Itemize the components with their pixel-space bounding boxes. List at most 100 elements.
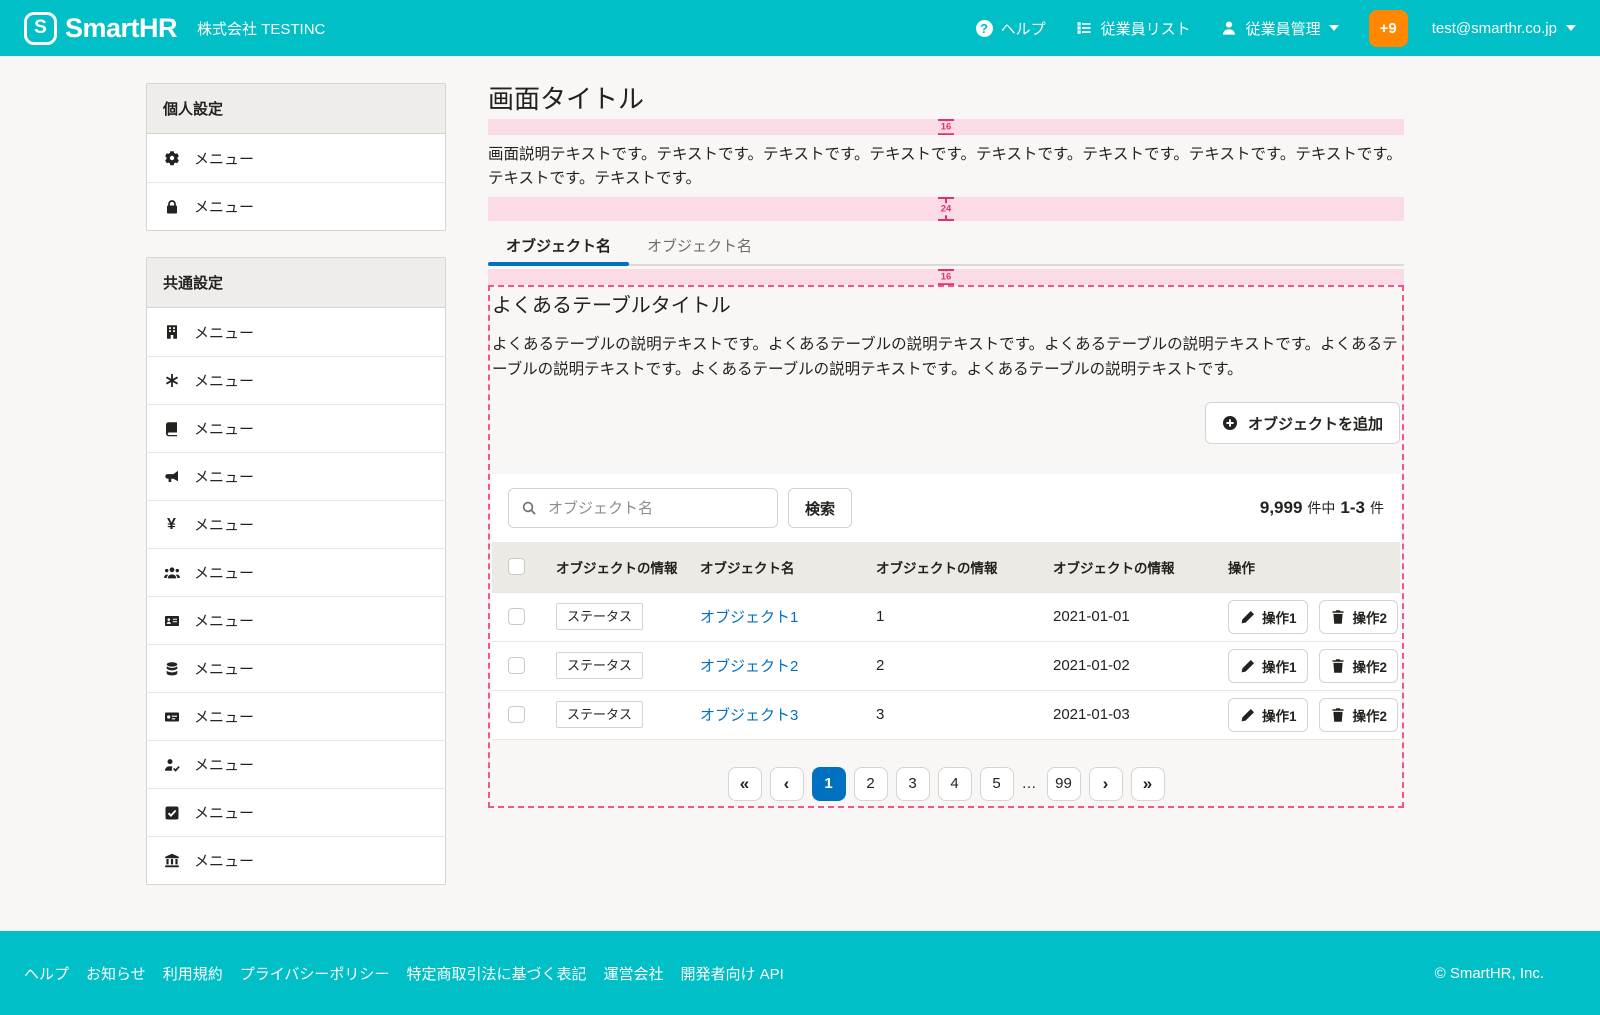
pagination-page-2[interactable]: 2 [854,767,888,801]
section-description: よくあるテーブルの説明テキストです。よくあるテーブルの説明テキストです。よくある… [492,332,1400,382]
footer-link[interactable]: プライバシーポリシー [240,963,390,984]
pagination-next-button[interactable]: › [1089,767,1123,801]
smarthr-logo[interactable]: S SmartHR [24,12,177,45]
sidebar-item[interactable]: メニュー [147,404,445,452]
sidebar-item-label: メニュー [194,850,254,871]
row-checkbox[interactable] [508,706,525,723]
footer-link[interactable]: お知らせ [86,963,146,984]
sidebar-item[interactable]: メニュー [147,356,445,404]
sidebar-item[interactable]: メニュー [147,452,445,500]
row-checkbox[interactable] [508,608,525,625]
pagination-page-4[interactable]: 4 [938,767,972,801]
sidebar-item[interactable]: ¥メニュー [147,500,445,548]
sidebar-group: 個人設定メニューメニュー [146,83,446,231]
sidebar-item[interactable]: メニュー [147,182,445,230]
action-button-1[interactable]: 操作1 [1228,649,1308,683]
pagination-last-button[interactable]: » [1131,767,1165,801]
table-column-header: オブジェクトの情報 [548,542,692,592]
list-icon [1076,20,1093,37]
chevron-down-icon [1566,25,1576,31]
search-row: 検索 9,999 件中 1-3 件 [492,474,1400,542]
account-email: test@smarthr.co.jp [1432,20,1557,37]
header-nav-item[interactable]: 従業員リスト [1076,18,1191,39]
object-link[interactable]: オブジェクト1 [700,609,798,626]
table-row: ステータスオブジェクト112021-01-01操作1操作2 [492,592,1400,641]
pagination-page-1[interactable]: 1 [812,767,846,801]
tab-bar: オブジェクト名オブジェクト名 [488,229,1404,266]
sidebar-item[interactable]: メニュー [147,308,445,356]
table-column-header: オブジェクトの情報 [1045,542,1220,592]
header-nav: ? ヘルプ 従業員リスト 従業員管理 [976,18,1339,39]
nav-item-label: ヘルプ [1001,18,1046,39]
trash-icon [1330,657,1347,674]
add-object-button[interactable]: オブジェクトを追加 [1205,402,1400,444]
search-input[interactable] [546,499,766,518]
footer-link[interactable]: ヘルプ [24,963,69,984]
object-link[interactable]: オブジェクト2 [700,658,798,675]
row-actions: 操作1操作2 [1228,600,1392,634]
help-circle-icon: ? [976,20,993,37]
measure-icon: 16 [938,269,954,285]
count-range: 1-3 [1340,498,1365,518]
plus-circle-icon [1222,415,1239,432]
sidebar-group-title: 共通設定 [147,258,445,308]
spacing-guide-16: 16 [488,269,1404,285]
row-check-cell [492,592,548,641]
table-section: よくあるテーブルタイトル よくあるテーブルの説明テキストです。よくあるテーブルの… [488,285,1404,808]
object-table: オブジェクトの情報オブジェクト名オブジェクトの情報オブジェクトの情報操作 ステー… [492,542,1400,740]
header-nav-item[interactable]: 従業員管理 [1221,18,1339,39]
tab-object-2[interactable]: オブジェクト名 [629,229,770,264]
action-label: 操作1 [1262,607,1297,627]
footer-link[interactable]: 運営会社 [603,963,663,984]
sidebar-item[interactable]: メニュー [147,134,445,182]
sidebar-item[interactable]: メニュー [147,548,445,596]
object-name-cell: オブジェクト3 [692,690,868,739]
count-unit: 件 [1370,498,1384,518]
sidebar-group-title: 個人設定 [147,84,445,134]
action-button-1[interactable]: 操作1 [1228,600,1308,634]
object-info-cell: 1 [868,592,1045,641]
footer-link[interactable]: 利用規約 [163,963,223,984]
pagination-prev-button[interactable]: ‹ [770,767,804,801]
pagination-page-99[interactable]: 99 [1047,767,1081,801]
pagination-page-3[interactable]: 3 [896,767,930,801]
pencil-icon [1239,706,1256,723]
pagination-first-button[interactable]: « [728,767,762,801]
action-button-2[interactable]: 操作2 [1319,600,1399,634]
search-button[interactable]: 検索 [788,488,852,528]
sidebar-item[interactable]: メニュー [147,596,445,644]
sidebar-item[interactable]: メニュー [147,692,445,740]
landmark-icon [163,852,180,869]
row-check-cell [492,641,548,690]
account-menu[interactable]: test@smarthr.co.jp [1432,20,1576,37]
tab-object-1[interactable]: オブジェクト名 [488,229,629,264]
object-date-cell: 2021-01-02 [1045,641,1220,690]
header-nav-item[interactable]: ? ヘルプ [976,18,1046,39]
footer-link[interactable]: 特定商取引法に基づく表記 [406,963,586,984]
sidebar-item[interactable]: メニュー [147,644,445,692]
copyright: © SmartHR, Inc. [1435,965,1544,982]
sidebar-item[interactable]: メニュー [147,788,445,836]
sidebar-item[interactable]: メニュー [147,740,445,788]
database-icon [163,660,180,677]
result-count: 9,999 件中 1-3 件 [1260,498,1384,518]
footer-link[interactable]: 開発者向け API [680,963,783,984]
action-label: 操作2 [1353,705,1388,725]
sidebar-item-label: メニュー [194,754,254,775]
select-all-checkbox[interactable] [508,558,525,575]
actions-cell: 操作1 操作2 [1220,641,1400,690]
row-checkbox[interactable] [508,657,525,674]
sidebar-item[interactable]: メニュー [147,836,445,884]
action-button-2[interactable]: 操作2 [1319,649,1399,683]
pencil-icon [1239,608,1256,625]
status-badge: ステータス [556,701,643,728]
pagination-page-5[interactable]: 5 [980,767,1014,801]
object-link[interactable]: オブジェクト3 [700,707,798,724]
action-button-1[interactable]: 操作1 [1228,698,1308,732]
table-panel: 検索 9,999 件中 1-3 件 オブジェクトの情報 [492,474,1400,740]
sidebar: 個人設定メニューメニュー共通設定メニューメニューメニューメニュー¥メニューメニュ… [146,83,446,931]
object-name-cell: オブジェクト1 [692,592,868,641]
action-button-2[interactable]: 操作2 [1319,698,1399,732]
notification-badge[interactable]: +9 [1369,10,1408,47]
object-info-cell: 2 [868,641,1045,690]
